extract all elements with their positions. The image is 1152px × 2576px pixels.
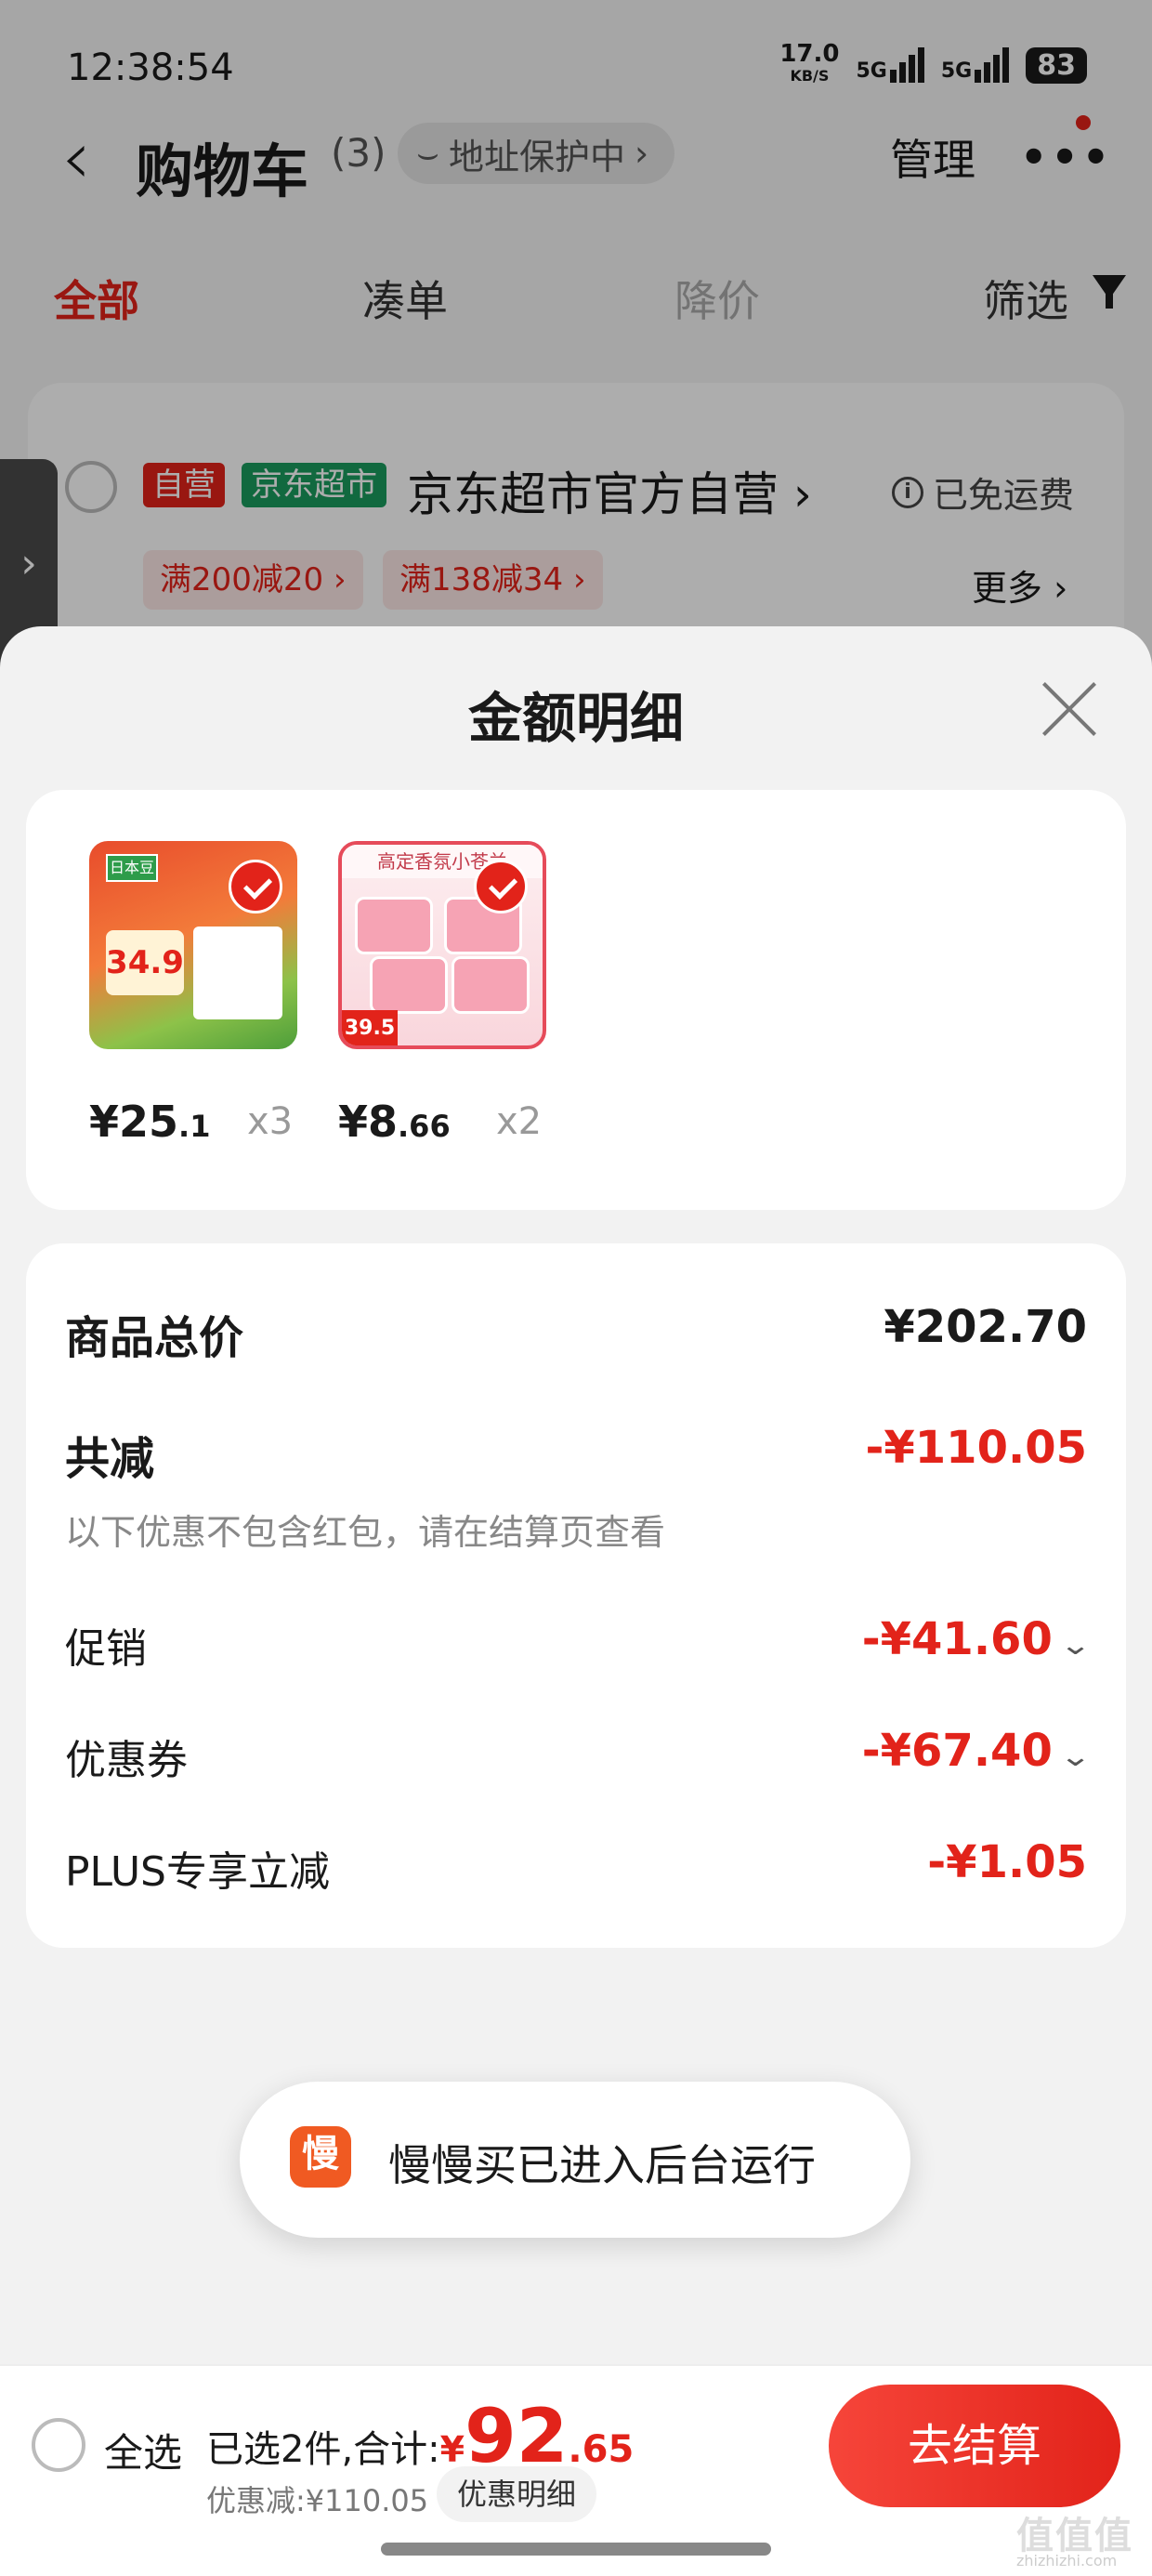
coupon-label: 优惠券 (65, 1737, 188, 1784)
select-all-radio[interactable] (32, 2418, 85, 2472)
plus-discount-label: PLUS专享立减 (65, 1848, 330, 1896)
sheet-title: 金额明细 (467, 687, 684, 750)
checked-icon (474, 860, 528, 913)
coupon-value[interactable]: -¥67.40 ⌄ (862, 1725, 1092, 1777)
price-breakdown-card: 商品总价 ¥202.70 共减 -¥110.05 以下优惠不包含红包，请在结算页… (26, 1243, 1126, 1948)
reduction-note: 以下优惠不包含红包，请在结算页查看 (65, 1512, 666, 1553)
promotion-label: 促销 (65, 1625, 147, 1673)
item-price: ¥25.1 (89, 1097, 211, 1147)
checkout-button[interactable]: 去结算 (829, 2385, 1120, 2507)
total-reduction-label: 共减 (65, 1433, 155, 1485)
close-icon[interactable] (1039, 678, 1100, 740)
product-image: 日本豆 34.9 (89, 841, 297, 1049)
item-price: ¥8.66 (338, 1097, 451, 1147)
total-price-label: 商品总价 (65, 1312, 244, 1364)
watermark-url: zhizhizhi.com (1016, 2552, 1118, 2569)
app-logo-icon: 慢比对比价 (290, 2126, 351, 2188)
checkout-bar: 全选 已选2件,合计: ¥ 92 .65 优惠减:¥110.05 优惠明细 去结… (0, 2364, 1152, 2576)
plus-discount-value: -¥1.05 (927, 1836, 1087, 1888)
total-amount: 92 (465, 2393, 569, 2479)
product-image: 高定香氛小苍兰 39.5 (338, 841, 546, 1049)
item-quantity: x2 (496, 1100, 543, 1143)
chevron-down-icon: ⌄ (1058, 1741, 1093, 1773)
item-quantity: x3 (247, 1100, 294, 1143)
selected-items-card: 日本豆 34.9 ¥25.1 x3 高定香氛小苍兰 39.5 ¥8.66 x2 (26, 790, 1126, 1210)
discount-detail-button[interactable]: 优惠明细 (437, 2466, 597, 2522)
chevron-down-icon: ⌄ (1058, 1629, 1093, 1662)
checked-icon (229, 860, 282, 913)
total-price-value: ¥202.70 (884, 1301, 1087, 1353)
select-all-label[interactable]: 全选 (104, 2422, 182, 2478)
background-running-toast: 慢比对比价 慢慢买已进入后台运行 (240, 2082, 910, 2238)
home-indicator[interactable] (381, 2543, 771, 2556)
discount-summary: 优惠减:¥110.05 (206, 2483, 429, 2518)
total-reduction-value: -¥110.05 (865, 1422, 1087, 1474)
promotion-value[interactable]: -¥41.60 ⌄ (862, 1613, 1092, 1665)
toast-message: 慢慢买已进入后台运行 (388, 2140, 816, 2190)
total-summary: 已选2件,合计: ¥ 92 .65 (206, 2393, 635, 2479)
